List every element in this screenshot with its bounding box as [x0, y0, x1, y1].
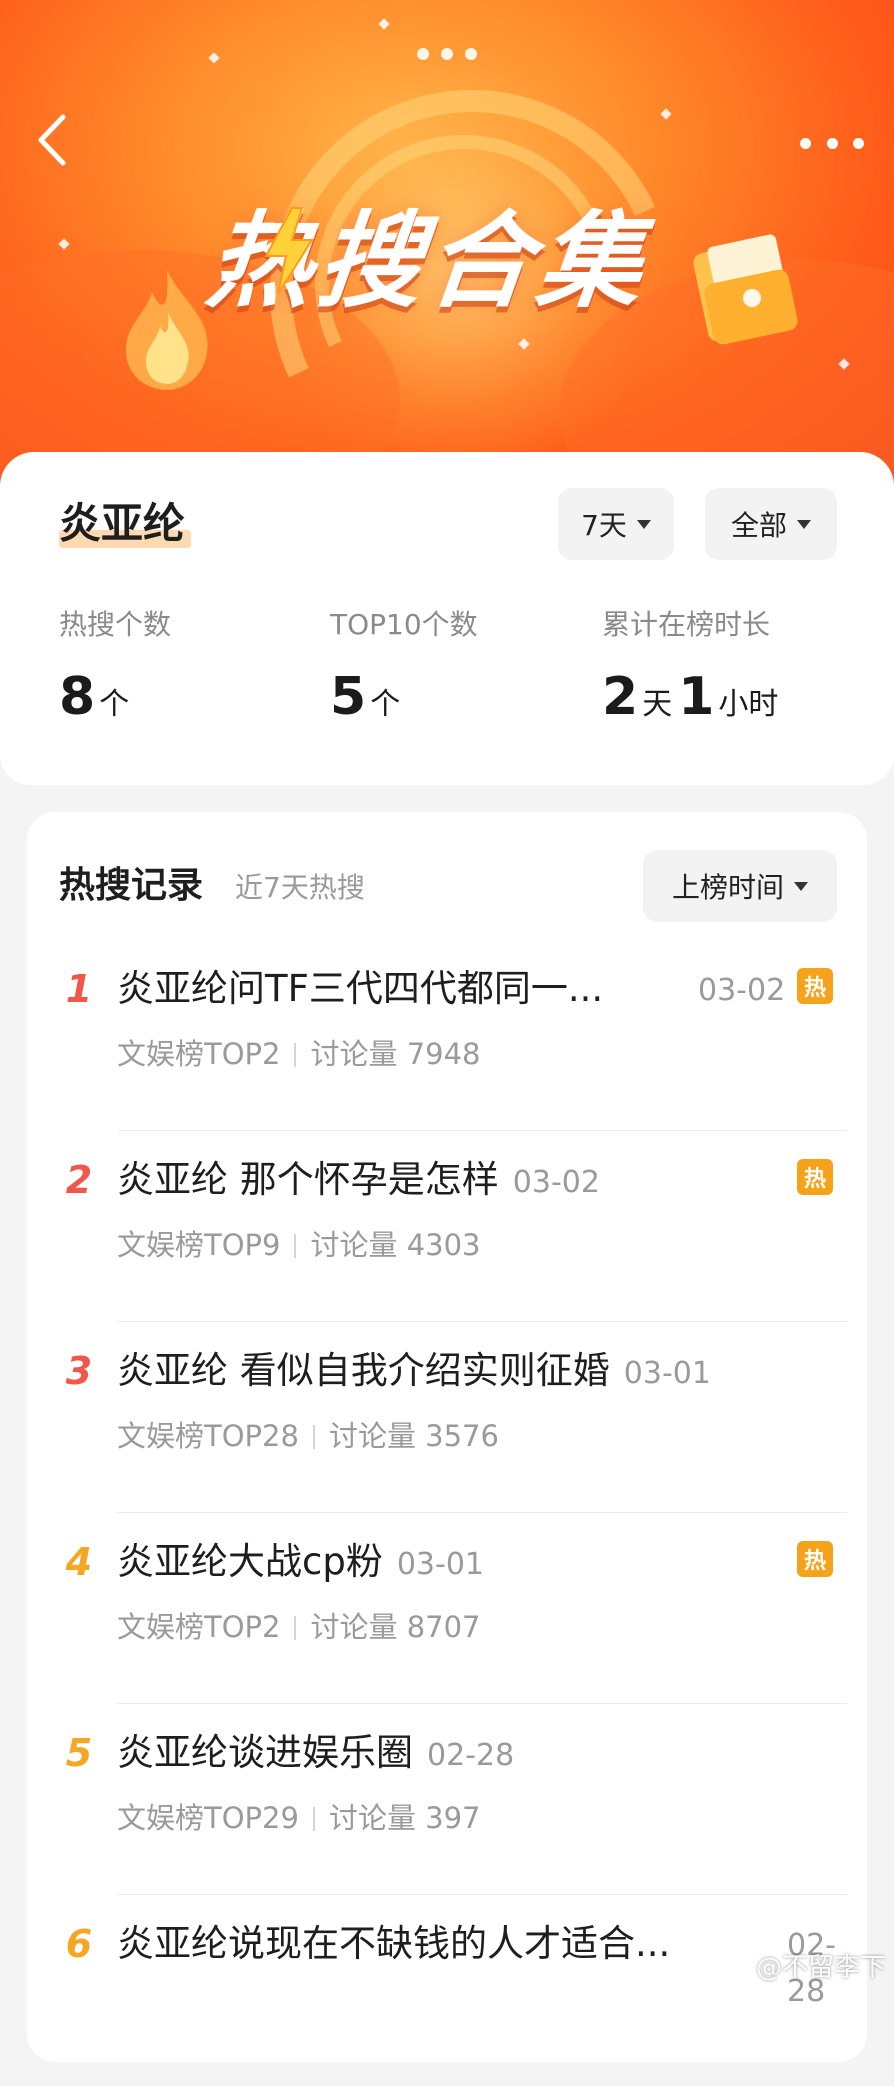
stat-unit: 个	[370, 687, 401, 722]
board-rank: 文娱榜TOP28	[117, 1419, 299, 1453]
more-dot-icon	[826, 137, 838, 149]
record-date: 03-02	[698, 973, 786, 1008]
celebrity-name: 炎亚纶	[59, 494, 191, 554]
more-dot-icon	[853, 137, 864, 149]
caret-down-icon	[794, 881, 808, 891]
meta-separator	[294, 1234, 297, 1258]
records-subtitle: 近7天热搜	[235, 871, 365, 904]
stat-hot-count: 热搜个数 8个	[59, 607, 171, 735]
folder-icon	[693, 234, 798, 345]
stat-number-hours: 1	[678, 667, 715, 727]
record-title: 炎亚纶 看似自我介绍实则征婚	[117, 1349, 610, 1392]
board-rank: 文娱榜TOP2	[117, 1037, 281, 1071]
sort-dropdown-label: 上榜时间	[671, 871, 784, 904]
stat-value: 5个	[330, 667, 478, 735]
stat-unit: 个	[99, 687, 130, 722]
record-date: 03-02	[512, 1165, 600, 1200]
board-rank: 文娱榜TOP29	[117, 1801, 299, 1835]
meta-separator	[294, 1043, 297, 1067]
stat-number-days: 2	[602, 667, 639, 727]
stat-unit-days: 天	[642, 687, 673, 722]
hot-search-records-card: 热搜记录 近7天热搜 上榜时间 1 炎亚纶问TF三代四代都同一... 03-02…	[27, 812, 867, 2062]
rank-number: 1	[65, 967, 93, 1011]
stat-number: 5	[330, 667, 367, 727]
hot-badge: 热	[797, 1541, 833, 1577]
stat-label: 累计在榜时长	[602, 608, 771, 641]
board-rank: 文娱榜TOP2	[117, 1610, 281, 1644]
records-title: 热搜记录	[59, 865, 204, 906]
meta-separator	[294, 1616, 297, 1640]
record-title: 炎亚纶大战cp粉	[117, 1540, 383, 1583]
hot-badge: 热	[797, 968, 833, 1004]
stat-total-duration: 累计在榜时长 2 天 1 小时	[602, 607, 784, 735]
sparkle-icon	[58, 238, 70, 250]
record-title: 炎亚纶谈进娱乐圈	[117, 1731, 413, 1774]
record-row[interactable]: 6 炎亚纶说现在不缺钱的人才适合... 02-28	[27, 1895, 867, 2086]
sparkle-icon	[208, 52, 220, 64]
record-title: 炎亚纶 那个怀孕是怎样	[117, 1158, 499, 1201]
more-options-button[interactable]	[800, 128, 864, 158]
lightning-icon	[264, 207, 314, 295]
discussion-count: 讨论量 397	[328, 1801, 481, 1835]
meta-separator	[312, 1807, 315, 1831]
record-meta: 文娱榜TOP2 讨论量 7948	[117, 1032, 481, 1076]
stat-label: 热搜个数	[59, 608, 172, 641]
record-title: 炎亚纶问TF三代四代都同一...	[117, 967, 604, 1010]
meta-separator	[312, 1425, 315, 1449]
more-dot-icon	[800, 137, 811, 149]
record-row[interactable]: 2 炎亚纶 那个怀孕是怎样 03-02 热 文娱榜TOP9 讨论量 4303	[27, 1131, 867, 1322]
stat-number: 8	[59, 667, 96, 727]
record-row[interactable]: 3 炎亚纶 看似自我介绍实则征婚 03-01 文娱榜TOP28 讨论量 3576	[27, 1322, 867, 1513]
caret-down-icon	[797, 519, 811, 529]
record-date: 03-01	[623, 1356, 711, 1391]
record-meta: 文娱榜TOP9 讨论量 4303	[117, 1223, 481, 1267]
sparkle-icon	[378, 18, 390, 30]
record-title-line: 炎亚纶大战cp粉 03-01	[117, 1537, 484, 1590]
caret-down-icon	[636, 519, 651, 529]
record-title-line: 炎亚纶谈进娱乐圈 02-28	[117, 1728, 514, 1781]
record-row[interactable]: 1 炎亚纶问TF三代四代都同一... 03-02 热 文娱榜TOP2 讨论量 79…	[27, 940, 867, 1131]
record-meta: 文娱榜TOP28 讨论量 3576	[117, 1414, 499, 1458]
stat-label: TOP10个数	[330, 608, 478, 641]
celebrity-name-text: 炎亚纶	[59, 499, 186, 548]
discussion-count: 讨论量 8707	[310, 1610, 481, 1644]
record-date: 02-28	[427, 1738, 515, 1773]
pagination-dots	[417, 48, 477, 62]
discussion-count: 讨论量 4303	[310, 1228, 481, 1262]
record-meta: 文娱榜TOP2 讨论量 8707	[117, 1605, 481, 1649]
record-meta: 文娱榜TOP29 讨论量 397	[117, 1796, 481, 1840]
board-rank: 文娱榜TOP9	[117, 1228, 281, 1262]
stat-top10-count: TOP10个数 5个	[330, 607, 478, 735]
rank-number: 2	[65, 1158, 93, 1202]
record-row[interactable]: 4 炎亚纶大战cp粉 03-01 热 文娱榜TOP2 讨论量 8707	[27, 1513, 867, 1704]
rank-number: 4	[65, 1540, 93, 1584]
watermark: @不留李下	[755, 1953, 886, 1983]
record-title: 炎亚纶说现在不缺钱的人才适合...	[117, 1922, 671, 1965]
period-dropdown-label: 7天	[581, 509, 627, 542]
scope-dropdown-label: 全部	[730, 509, 787, 542]
discussion-count: 讨论量 7948	[310, 1037, 481, 1071]
record-row[interactable]: 5 炎亚纶谈进娱乐圈 02-28 文娱榜TOP29 讨论量 397	[27, 1704, 867, 1895]
period-dropdown[interactable]: 7天	[558, 488, 674, 560]
stat-value: 2 天 1 小时	[602, 667, 784, 735]
record-title-line: 炎亚纶 看似自我介绍实则征婚 03-01	[117, 1346, 711, 1399]
summary-card: 炎亚纶 7天 全部 热搜个数 8个 TOP10个数 5个 累计在榜时长 2天1小…	[0, 452, 894, 785]
rank-number: 3	[65, 1349, 93, 1393]
hot-badge: 热	[797, 1159, 833, 1195]
record-date: 03-01	[396, 1547, 485, 1582]
chevron-left-icon	[38, 114, 66, 166]
hot-search-banner: 热搜合集	[0, 0, 894, 490]
sparkle-icon	[660, 108, 672, 120]
rank-number: 6	[65, 1922, 93, 1966]
record-title-line: 炎亚纶 那个怀孕是怎样 03-02	[117, 1155, 600, 1208]
sort-dropdown[interactable]: 上榜时间	[643, 850, 837, 922]
back-button[interactable]	[30, 110, 74, 170]
stat-unit-hours: 小时	[718, 687, 779, 722]
stat-value: 8个	[59, 667, 171, 735]
rank-number: 5	[65, 1731, 93, 1775]
scope-dropdown[interactable]: 全部	[705, 488, 837, 560]
discussion-count: 讨论量 3576	[328, 1419, 499, 1453]
